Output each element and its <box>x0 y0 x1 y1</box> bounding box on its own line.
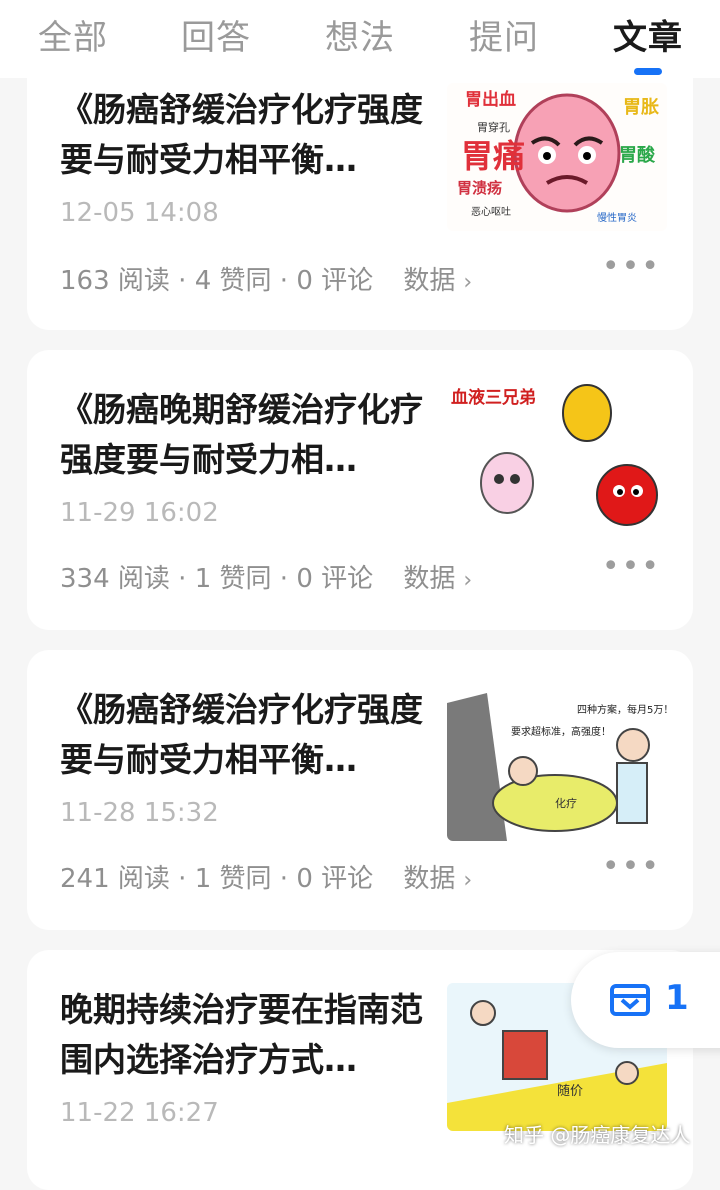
chevron-right-icon[interactable]: › <box>463 568 472 593</box>
article-date: 11-28 15:32 <box>60 798 219 828</box>
article-title[interactable]: 《肠癌晚期舒缓治疗化疗强度要与耐受力相… <box>60 385 440 485</box>
thumb-label: 胃胀 <box>623 97 659 118</box>
article-stats: 334 阅读 · 1 赞同 · 0 评论 数据 › <box>60 564 473 594</box>
data-link[interactable]: 数据 <box>403 864 455 894</box>
more-icon[interactable]: ••• <box>602 552 661 582</box>
article-title[interactable]: 《肠癌舒缓治疗化疗强度要与耐受力相平衡… <box>60 85 440 185</box>
thumb-label: 胃痛 <box>461 137 525 175</box>
article-thumbnail[interactable]: 胃出血 胃穿孔 胃溃疡 胃痛 胃胀 胃酸 恶心呕吐 慢性胃炎 <box>447 83 667 231</box>
more-icon[interactable]: ••• <box>602 852 661 882</box>
thumb-label: 胃溃疡 <box>457 179 502 197</box>
article-card[interactable]: 《肠癌舒缓治疗化疗强度要与耐受力相平衡… 11-28 15:32 241 阅读 … <box>27 650 693 930</box>
article-card[interactable]: 《肠癌晚期舒缓治疗化疗强度要与耐受力相… 11-29 16:02 334 阅读 … <box>27 350 693 630</box>
article-title[interactable]: 晚期持续治疗要在指南范围内选择治疗方式… <box>60 985 440 1085</box>
floating-inbox-button[interactable]: 1 <box>571 952 720 1048</box>
article-thumbnail[interactable]: 血液三兄弟 <box>447 383 667 531</box>
tab-answers[interactable]: 回答 <box>181 10 251 59</box>
read-count: 334 阅读 <box>60 564 170 594</box>
article-title[interactable]: 《肠癌舒缓治疗化疗强度要与耐受力相平衡… <box>60 685 440 785</box>
article-stats: 163 阅读 · 4 赞同 · 0 评论 数据 › <box>60 266 473 296</box>
tab-articles[interactable]: 文章 <box>613 10 683 59</box>
inbox-icon <box>609 982 651 1022</box>
comment-count: 0 评论 <box>296 864 374 894</box>
read-count: 241 阅读 <box>60 864 170 894</box>
article-card[interactable]: 《肠癌舒缓治疗化疗强度要与耐受力相平衡… 12-05 14:08 163 阅读 … <box>27 40 693 330</box>
more-icon[interactable]: ••• <box>602 252 661 282</box>
like-count: 4 赞同 <box>194 266 272 296</box>
thumb-label: 胃穿孔 <box>477 120 510 134</box>
thumb-label: 随价 <box>557 1084 583 1099</box>
like-count: 1 赞同 <box>194 564 272 594</box>
tab-thoughts[interactable]: 想法 <box>325 10 395 59</box>
thumb-label: 要求超标准，高强度！ <box>511 725 611 738</box>
article-date: 12-05 14:08 <box>60 198 219 228</box>
article-date: 11-29 16:02 <box>60 498 219 528</box>
thumb-label: 血液三兄弟 <box>451 387 536 408</box>
chevron-right-icon[interactable]: › <box>463 868 472 893</box>
thumb-label: 胃酸 <box>619 144 656 166</box>
watermark: 知乎 @肠癌康复达人 <box>504 1123 691 1147</box>
data-link[interactable]: 数据 <box>403 266 455 296</box>
thumb-label: 化疗 <box>555 796 577 810</box>
chevron-right-icon[interactable]: › <box>463 270 472 295</box>
comment-count: 0 评论 <box>296 564 374 594</box>
fab-count: 1 <box>665 978 689 1018</box>
article-thumbnail[interactable]: 四种方案，每月5万！ 要求超标准，高强度！ 化疗 <box>447 693 667 841</box>
article-stats: 241 阅读 · 1 赞同 · 0 评论 数据 › <box>60 864 473 894</box>
like-count: 1 赞同 <box>194 864 272 894</box>
tab-bar: 全部 回答 想法 提问 文章 <box>0 0 720 78</box>
read-count: 163 阅读 <box>60 266 170 296</box>
thumb-label: 恶心呕吐 <box>471 206 511 218</box>
thumb-label: 胃出血 <box>465 89 516 110</box>
thumb-label: 四种方案，每月5万！ <box>577 703 667 716</box>
thumb-label: 慢性胃炎 <box>597 211 637 224</box>
comment-count: 0 评论 <box>296 266 374 296</box>
data-link[interactable]: 数据 <box>403 564 455 594</box>
tab-all[interactable]: 全部 <box>38 10 108 59</box>
article-date: 11-22 16:27 <box>60 1098 219 1128</box>
active-tab-indicator <box>634 68 662 75</box>
tab-questions[interactable]: 提问 <box>469 10 539 59</box>
